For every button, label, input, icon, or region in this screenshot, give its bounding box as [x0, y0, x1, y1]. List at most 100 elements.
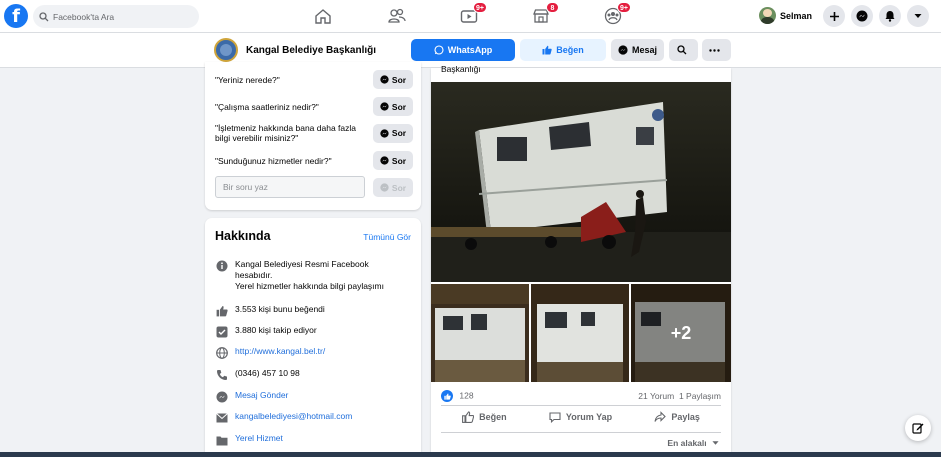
messenger-icon	[380, 183, 389, 192]
truck-container-photo	[431, 82, 731, 282]
facebook-logo[interactable]: f	[4, 4, 28, 28]
messenger-icon	[856, 10, 868, 22]
post-thumbnail[interactable]	[431, 284, 529, 382]
divider	[441, 405, 721, 406]
whatsapp-button[interactable]: WhatsApp	[411, 39, 515, 61]
post-thumbnail-more[interactable]: +2	[631, 284, 731, 382]
container-thumbnail-photo	[431, 284, 529, 382]
ask-button[interactable]: Sor	[373, 97, 413, 116]
category-link[interactable]: Yerel Hizmet	[235, 433, 283, 444]
comments-count[interactable]: 21 Yorum	[638, 391, 674, 401]
comment-sort-dropdown[interactable]: En alakalı	[667, 438, 719, 448]
followers-count: 3.880 kişi takip ediyor	[235, 325, 317, 335]
website-row: http://www.kangal.bel.tr/	[215, 346, 325, 360]
post-main-photo[interactable]	[431, 82, 731, 282]
about-description-row: Kangal Belediyesi Resmi Facebook hesabıd…	[215, 259, 400, 292]
nav-marketplace[interactable]: 8	[528, 2, 559, 27]
like-reaction-icon	[441, 390, 453, 402]
ask-submit-button[interactable]: Sor	[373, 178, 413, 197]
questions-card: "Yeriniz nerede?" Sor "Çalışma saatlerin…	[205, 62, 421, 210]
comment-label: Yorum Yap	[565, 412, 613, 422]
thumbs-up-icon	[542, 45, 552, 55]
page-more-button[interactable]	[702, 39, 731, 61]
about-title: Hakkında	[215, 229, 271, 243]
nav-groups[interactable]: 9+	[600, 2, 631, 27]
like-page-button[interactable]: Beğen	[520, 39, 606, 61]
share-icon	[654, 411, 667, 422]
page-title[interactable]: Kangal Belediye Başkanlığı	[246, 45, 376, 56]
share-button[interactable]: Paylaş	[654, 411, 700, 423]
search-icon	[676, 45, 686, 55]
os-taskbar	[0, 452, 941, 457]
comment-button[interactable]: Yorum Yap	[549, 411, 612, 423]
envelope-icon	[216, 413, 228, 423]
whatsapp-label: WhatsApp	[447, 45, 493, 55]
bell-icon	[885, 11, 895, 22]
thumbs-up-outline-icon	[462, 411, 475, 423]
messenger-icon	[618, 45, 628, 55]
page-search-button[interactable]	[669, 39, 698, 61]
user-name: Selman	[780, 10, 813, 21]
message-page-button[interactable]: Mesaj	[611, 39, 664, 61]
see-all-link[interactable]: Tümünü Gör	[363, 232, 411, 242]
about-description-2: Yerel hizmetler hakkında bilgi paylaşımı	[235, 281, 384, 291]
post-stats: 128 21 Yorum 1 Paylaşım	[441, 390, 721, 402]
question-row: "Çalışma saatleriniz nedir?" Sor	[215, 97, 413, 116]
ask-button[interactable]: Sor	[373, 123, 413, 143]
create-button[interactable]	[823, 5, 845, 27]
phone-icon	[217, 370, 227, 380]
like-post-label: Beğen	[479, 412, 507, 422]
home-icon	[315, 8, 331, 24]
send-message-row: Mesaj Gönder	[215, 390, 288, 404]
search-input[interactable]: Facebook'ta Ara	[33, 5, 199, 28]
marketplace-badge: 8	[546, 2, 559, 13]
post-thumbnail[interactable]	[531, 284, 629, 382]
question-row: "Sunduğunuz hizmetler nedir?" Sor	[215, 151, 413, 170]
question-text: "İşletmeniz hakkında bana daha fazla bil…	[215, 123, 356, 143]
website-link[interactable]: http://www.kangal.bel.tr/	[235, 346, 325, 357]
plus-icon	[829, 11, 839, 21]
watch-badge: 9+	[473, 2, 487, 13]
divider	[441, 432, 721, 433]
follow-check-icon	[216, 326, 228, 338]
ask-button[interactable]: Sor	[373, 151, 413, 170]
friends-icon	[388, 8, 406, 23]
top-navigation-bar: f Facebook'ta Ara 9+ 8 9+ Selman	[0, 0, 941, 33]
like-post-button[interactable]: Beğen	[462, 411, 507, 423]
about-description: Kangal Belediyesi Resmi Facebook hesabıd…	[235, 259, 369, 280]
user-profile-link[interactable]: Selman	[759, 7, 812, 24]
likes-count: 3.553 kişi bunu beğendi	[235, 304, 325, 314]
ask-submit-label: Sor	[391, 182, 407, 193]
more-dots-icon	[709, 48, 720, 52]
search-icon	[39, 11, 49, 21]
notifications-button[interactable]	[879, 5, 901, 27]
question-row: "Yeriniz nerede?" Sor	[215, 70, 413, 89]
shares-count[interactable]: 1 Paylaşım	[679, 391, 721, 401]
likes-row: 3.553 kişi bunu beğendi	[215, 304, 325, 318]
nav-friends[interactable]	[384, 5, 410, 27]
comment-sort-label: En alakalı	[667, 438, 707, 448]
globe-icon	[216, 347, 228, 359]
share-label: Paylaş	[671, 412, 700, 422]
container-thumbnail-photo	[531, 284, 629, 382]
reactions-summary[interactable]: 128	[441, 390, 474, 402]
category-row: Yerel Hizmet	[215, 433, 283, 447]
page-logo[interactable]	[214, 38, 238, 62]
email-link[interactable]: kangalbelediyesi@hotmail.com	[235, 411, 352, 422]
account-menu-button[interactable]	[907, 5, 929, 27]
post-actions: Beğen Yorum Yap Paylaş	[441, 411, 721, 423]
post-header-text: Başkanlığı	[441, 64, 481, 74]
nav-watch[interactable]: 9+	[456, 2, 487, 27]
ask-button[interactable]: Sor	[373, 70, 413, 89]
ask-button-label: Sor	[391, 155, 407, 166]
messenger-icon	[380, 102, 389, 111]
new-message-button[interactable]	[905, 415, 931, 441]
nav-home[interactable]	[310, 5, 336, 27]
messenger-button[interactable]	[851, 5, 873, 27]
messenger-icon	[380, 156, 389, 165]
phone-number: (0346) 457 10 98	[235, 368, 300, 378]
phone-row: (0346) 457 10 98	[215, 368, 300, 382]
message-page-label: Mesaj	[631, 45, 657, 55]
send-message-link[interactable]: Mesaj Gönder	[235, 390, 288, 401]
question-input[interactable]: Bir soru yaz	[215, 176, 365, 198]
